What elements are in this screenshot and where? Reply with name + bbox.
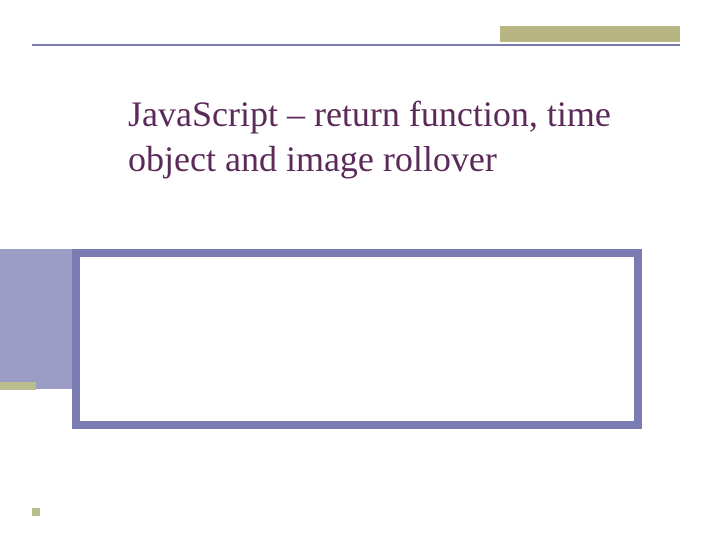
sidebar-block: [0, 249, 72, 389]
corner-square-accent: [32, 508, 40, 516]
accent-bar-olive: [500, 26, 680, 42]
horizontal-rule-top: [32, 44, 680, 46]
sidebar-notch: [0, 382, 36, 390]
slide-title: JavaScript – return function, time objec…: [128, 92, 660, 182]
content-placeholder: [72, 249, 642, 429]
